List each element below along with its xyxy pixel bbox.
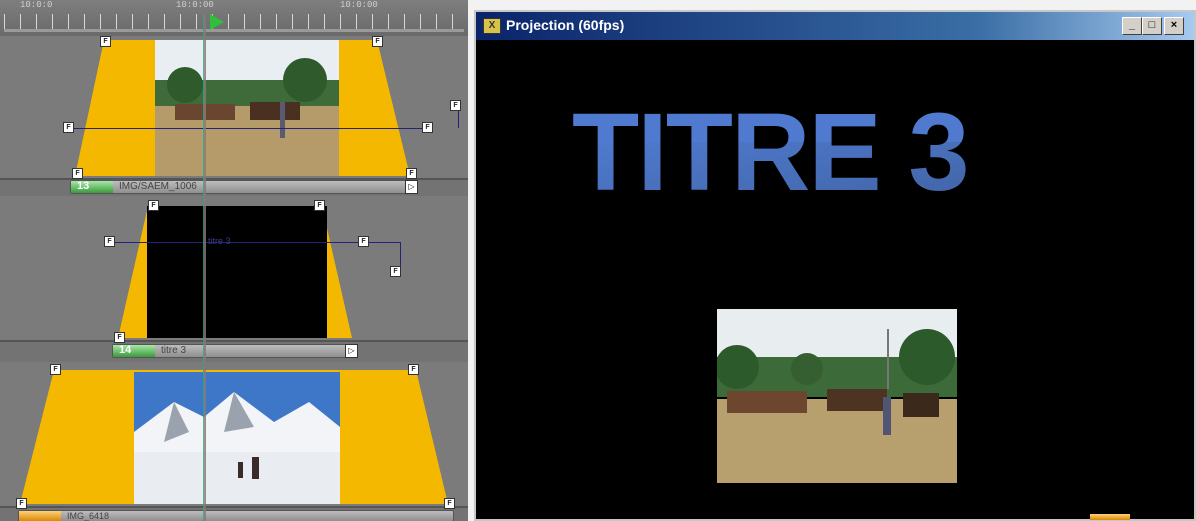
keyframe-handle[interactable]: F	[422, 122, 433, 133]
keyframe-handle[interactable]: F	[104, 236, 115, 247]
mountains-photo-image	[134, 372, 340, 504]
ruler-label: 10:0:00	[176, 0, 214, 10]
keyframe-handle[interactable]: F	[390, 266, 401, 277]
clip-number: 13	[77, 180, 90, 192]
clip-name: IMG/SAEM_1006	[119, 181, 197, 192]
keyframe-handle[interactable]: F	[148, 200, 159, 211]
keyframe-handle[interactable]: F	[444, 498, 455, 509]
keyframe-handle[interactable]: F	[358, 236, 369, 247]
close-button[interactable]: ×	[1164, 17, 1184, 35]
preview-photo	[717, 309, 957, 483]
clip-name: titre 3	[161, 345, 187, 356]
keyframe-handle[interactable]: F	[406, 168, 417, 179]
status-indicator	[1090, 512, 1190, 521]
track-1[interactable]: F F F F F F F	[0, 36, 468, 180]
keyframe-line	[68, 128, 428, 129]
clip-thumbnail-horses[interactable]	[155, 40, 339, 176]
ruler-label: 10:0:0	[20, 0, 53, 10]
clip-bar[interactable]: IMG_6418	[18, 510, 454, 521]
keyframe-handle[interactable]: F	[50, 364, 61, 375]
keyframe-handle[interactable]: F	[314, 200, 325, 211]
window-title-bar[interactable]: X Projection (60fps) _ □ ×	[476, 12, 1194, 40]
keyframe-handle[interactable]: F	[72, 168, 83, 179]
clip-name: IMG_6418	[67, 511, 110, 521]
keyframe-handle[interactable]: F	[408, 364, 419, 375]
ruler-ticks	[4, 14, 464, 30]
clip-bar[interactable]: 13 IMG/SAEM_1006 ▷	[70, 180, 418, 194]
keyframe-line	[110, 242, 364, 243]
ruler-bar	[4, 29, 464, 32]
minimize-button[interactable]: _	[1122, 17, 1142, 35]
horses-photo-image	[155, 40, 339, 176]
horses-preview-image	[717, 309, 957, 483]
keyframe-handle[interactable]: F	[16, 498, 27, 509]
clip-end-arrow-icon[interactable]: ▷	[405, 180, 418, 194]
clip-progress	[19, 511, 61, 521]
window-title: Projection (60fps)	[506, 17, 625, 33]
track-2[interactable]: titre 3 F F F F F F	[0, 196, 468, 343]
clip-bar[interactable]: 14 titre 3 ▷	[112, 344, 358, 358]
clip-number: 14	[119, 344, 132, 356]
title-overlay-text: TITRE 3	[572, 91, 969, 214]
clip-thumbnail-title[interactable]	[147, 206, 327, 338]
keyframe-line	[364, 242, 400, 243]
clip-end-arrow-icon[interactable]: ▷	[345, 344, 358, 358]
playhead-marker-icon[interactable]	[210, 14, 224, 30]
keyframe-handle[interactable]: F	[63, 122, 74, 133]
keyframe-handle[interactable]: F	[372, 36, 383, 47]
time-ruler[interactable]: 10:0:0 10:0:00 10:0:00	[0, 0, 468, 36]
projection-window: X Projection (60fps) _ □ × TITRE 3	[474, 10, 1196, 521]
track-3[interactable]: F F F F	[0, 362, 468, 509]
timeline-panel: 10:0:0 10:0:00 10:0:00 F F F F F F F 13 …	[0, 0, 468, 521]
app-icon: X	[483, 18, 501, 34]
keyframe-handle[interactable]: F	[450, 100, 461, 111]
keyframe-handle[interactable]: F	[114, 332, 125, 343]
title-track-label: titre 3	[208, 236, 231, 246]
playhead-cursor-red	[205, 14, 206, 521]
keyframe-handle[interactable]: F	[100, 36, 111, 47]
clip-thumbnail-mountains[interactable]	[134, 372, 340, 504]
maximize-button[interactable]: □	[1142, 17, 1162, 35]
ruler-label: 10:0:00	[340, 0, 378, 10]
